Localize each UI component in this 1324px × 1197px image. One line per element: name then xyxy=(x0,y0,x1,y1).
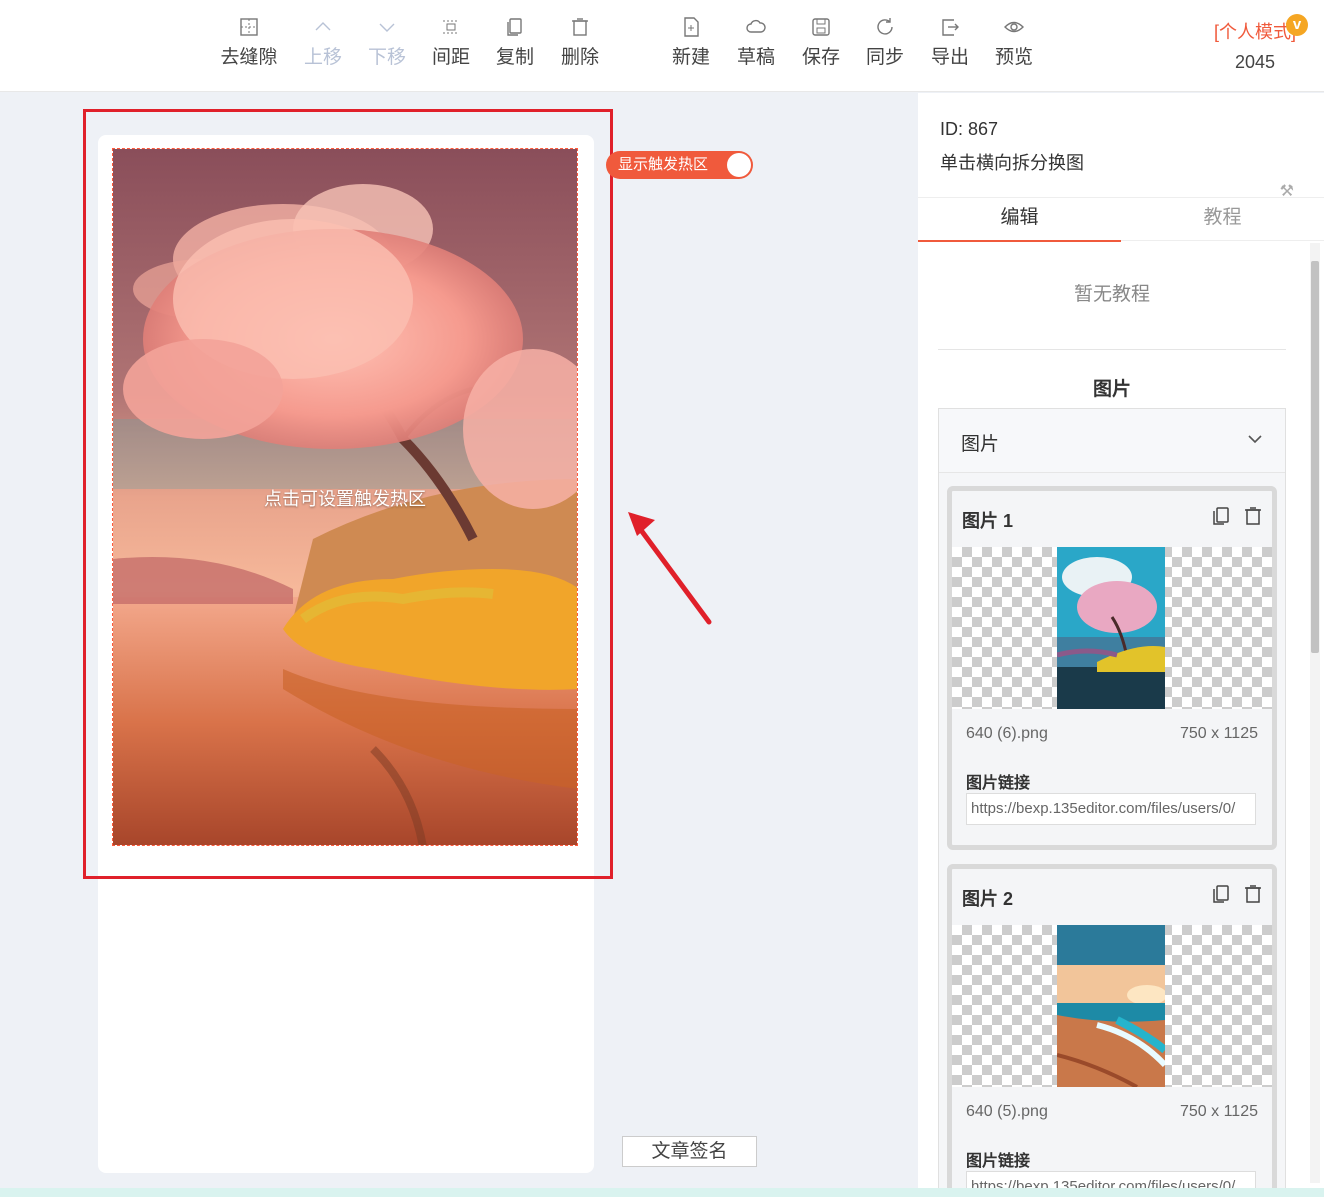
section-title: 图片 xyxy=(1092,379,1131,400)
image-thumbnail[interactable] xyxy=(952,925,1272,1087)
toggle-label: 显示触发热区 xyxy=(618,156,709,173)
image-dimensions: 750 x 1125 xyxy=(1180,1103,1258,1120)
mode-indicator[interactable]: [个人模式] v 2045 xyxy=(1214,14,1308,73)
new-file-icon xyxy=(684,17,699,37)
export-button[interactable]: 导出 xyxy=(918,16,982,69)
image-link-label: 图片链接 xyxy=(966,775,1031,792)
export-icon xyxy=(942,19,959,36)
vip-badge-icon: v xyxy=(1286,14,1308,36)
properties-panel: ID: 867 单击横向拆分换图 ⚒ 编辑 教程 暂无教程 图片 图片 图片 1 xyxy=(918,93,1324,1197)
trash-icon[interactable] xyxy=(1242,883,1264,905)
move-down-button[interactable]: 下移 xyxy=(355,16,419,69)
no-tutorial-text: 暂无教程 xyxy=(1073,284,1150,305)
divider xyxy=(938,349,1286,350)
panel-scrollbar[interactable] xyxy=(1310,243,1320,1183)
image-item: 图片 2 640 (5).png 750 x 1125 图片链接 https:/… xyxy=(947,864,1277,1197)
user-number: 2045 xyxy=(1234,52,1276,72)
image-group-header[interactable]: 图片 xyxy=(939,409,1285,473)
personal-mode-label[interactable]: [个人模式] xyxy=(1214,18,1296,44)
chevron-up-icon xyxy=(315,22,331,31)
new-button[interactable]: 新建 xyxy=(659,16,723,69)
hotzone-image[interactable]: 点击可设置触发热区 xyxy=(112,148,578,846)
component-id: ID: 867 xyxy=(940,119,999,139)
red-arrow-annotation xyxy=(628,512,712,625)
hotzone-hint-text: 点击可设置触发热区 xyxy=(264,489,426,509)
image-dimensions: 750 x 1125 xyxy=(1180,725,1258,742)
copy-icon[interactable] xyxy=(1210,883,1232,905)
copy-icon[interactable] xyxy=(1210,505,1232,527)
image-link-label: 图片链接 xyxy=(966,1153,1031,1170)
tab-tutorial[interactable]: 教程 xyxy=(1121,198,1324,242)
cherry-tree-thumbnail xyxy=(1057,547,1165,709)
panel-tabs: 编辑 教程 xyxy=(918,197,1324,242)
delete-button[interactable]: 删除 xyxy=(548,16,612,69)
copy-icon xyxy=(507,18,522,36)
copy-button[interactable]: 复制 xyxy=(483,16,547,69)
tab-edit[interactable]: 编辑 xyxy=(918,198,1121,242)
remove-gap-button[interactable]: 去缝隙 xyxy=(217,16,281,69)
save-button[interactable]: 保存 xyxy=(789,16,853,69)
beach-thumbnail xyxy=(1057,925,1165,1087)
scrollbar-thumb[interactable] xyxy=(1311,261,1319,653)
grid-icon xyxy=(240,18,258,36)
bottom-strip xyxy=(0,1188,1324,1197)
image-link-input[interactable]: https://bexp.135editor.com/files/users/0… xyxy=(966,793,1256,825)
image-item-title: 图片 1 xyxy=(962,511,1014,531)
toggle-knob xyxy=(727,153,751,177)
image-item-title: 图片 2 xyxy=(962,889,1014,909)
article-signature-button[interactable]: 文章签名 xyxy=(622,1136,757,1167)
image-group-title: 图片 xyxy=(961,434,1000,455)
component-name: 单击横向拆分换图 xyxy=(940,153,1084,173)
draft-button[interactable]: 草稿 xyxy=(724,16,788,69)
image-filename: 640 (6).png xyxy=(966,725,1048,742)
show-hotzone-toggle[interactable]: 显示触发热区 xyxy=(606,151,753,179)
chevron-down-icon xyxy=(379,23,395,32)
preview-button[interactable]: 预览 xyxy=(982,16,1046,69)
image-group: 图片 图片 1 640 (6).png 750 x 1125 图片链接 http… xyxy=(938,408,1286,1197)
sync-icon xyxy=(877,18,893,35)
save-icon xyxy=(812,18,830,36)
eye-icon xyxy=(1004,21,1024,33)
move-up-button[interactable]: 上移 xyxy=(291,16,355,69)
trash-icon xyxy=(572,18,588,36)
image-item: 图片 1 640 (6).png 750 x 1125 图片链接 https:/… xyxy=(947,486,1277,850)
cloud-icon xyxy=(746,19,766,33)
spacing-icon xyxy=(443,20,459,34)
image-filename: 640 (5).png xyxy=(966,1103,1048,1120)
spacing-button[interactable]: 间距 xyxy=(419,16,483,69)
trash-icon[interactable] xyxy=(1242,505,1264,527)
chevron-down-icon xyxy=(1248,435,1262,444)
image-thumbnail[interactable] xyxy=(952,547,1272,709)
top-toolbar: 去缝隙 上移 下移 间距 复制 删除 新建 草稿 保存 同步 导出 预览 [个人… xyxy=(0,0,1324,92)
sync-button[interactable]: 同步 xyxy=(853,16,917,69)
